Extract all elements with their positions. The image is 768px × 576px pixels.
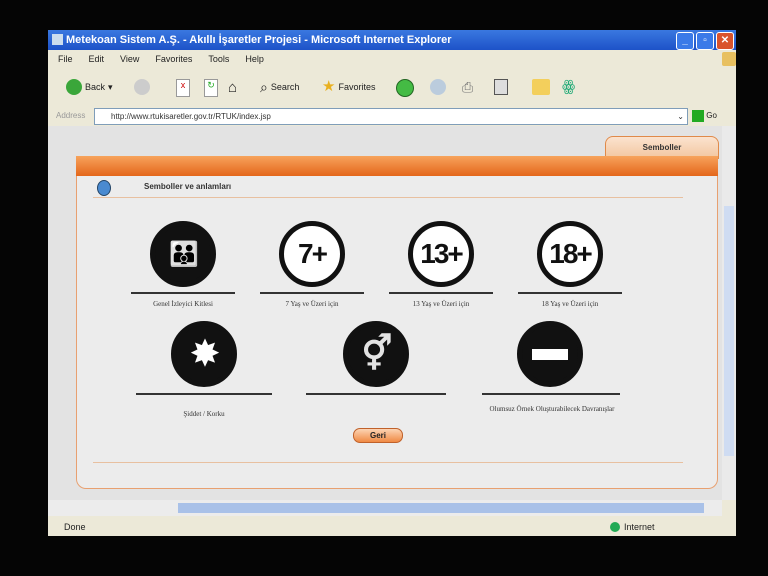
- symbols-panel: Semboller ve anlamları 👪 Genel İzleyici …: [76, 176, 718, 489]
- divider: [131, 292, 235, 294]
- family-icon: 👪: [169, 240, 199, 268]
- explosion-icon: ✸: [190, 335, 219, 373]
- menu-help[interactable]: Help: [245, 54, 264, 64]
- symbol-label: Genel İzleyici Kitlesi: [153, 300, 213, 308]
- symbol-label: Olumsuz Örnek Oluşturabilecek Davranışla…: [489, 405, 615, 413]
- menu-file[interactable]: File: [58, 54, 73, 64]
- search-icon: ⌕: [260, 79, 268, 95]
- age-18-symbol: 18+: [537, 221, 603, 287]
- favorites-button[interactable]: ★ Favorites: [322, 78, 375, 96]
- symbol-label: 13 Yaş ve Üzeri için: [412, 300, 470, 308]
- gender-icon: ⚥: [361, 335, 393, 373]
- window-title: Metekoan Sistem A.Ş. - Akıllı İşaretler …: [66, 34, 452, 46]
- close-button[interactable]: ✕: [716, 32, 734, 50]
- address-input[interactable]: http://www.rtukisaretler.gov.tr/RTUK/ind…: [94, 108, 688, 125]
- dropdown-icon[interactable]: ⌄: [677, 109, 684, 124]
- minimize-button[interactable]: _: [676, 32, 694, 50]
- divider: [93, 197, 683, 198]
- status-text: Done: [64, 522, 86, 532]
- age-7-symbol: 7+: [279, 221, 345, 287]
- vertical-scrollbar[interactable]: [722, 126, 736, 500]
- folder-icon[interactable]: [532, 79, 550, 95]
- address-bar: Address http://www.rtukisaretler.gov.tr/…: [48, 106, 736, 126]
- back-page-button[interactable]: Geri: [353, 428, 403, 443]
- general-audience-symbol: 👪: [150, 221, 216, 287]
- panel-heading: Semboller ve anlamları: [144, 182, 232, 191]
- divider: [93, 462, 683, 463]
- star-icon: ★: [322, 78, 336, 95]
- browser-window: Metekoan Sistem A.Ş. - Akıllı İşaretler …: [48, 30, 736, 536]
- windows-logo-icon: [722, 52, 736, 66]
- menu-bar: File Edit View Favorites Tools Help: [48, 50, 736, 68]
- refresh-icon[interactable]: ↻: [204, 79, 218, 97]
- age-13-symbol: 13+: [408, 221, 474, 287]
- security-zone: Internet: [624, 522, 655, 532]
- divider: [260, 292, 364, 294]
- info-icon: [97, 180, 111, 196]
- menu-favorites[interactable]: Favorites: [155, 54, 192, 64]
- divider: [136, 393, 272, 395]
- back-button[interactable]: Back ▾: [66, 78, 113, 96]
- status-bar: Done Internet: [48, 518, 736, 536]
- divider: [482, 393, 620, 395]
- back-arrow-icon: [66, 79, 82, 95]
- divider: [306, 393, 446, 395]
- menu-view[interactable]: View: [120, 54, 139, 64]
- mail-icon[interactable]: [430, 79, 446, 95]
- forward-button[interactable]: [134, 79, 150, 95]
- no-entry-icon: [532, 348, 568, 360]
- search-label: Search: [270, 82, 300, 92]
- favorites-label: Favorites: [338, 82, 376, 92]
- title-bar: Metekoan Sistem A.Ş. - Akıllı İşaretler …: [48, 30, 736, 50]
- go-arrow-icon: [692, 109, 704, 122]
- address-url: http://www.rtukisaretler.gov.tr/RTUK/ind…: [111, 112, 271, 121]
- history-icon[interactable]: [396, 79, 414, 97]
- sexuality-symbol: ⚥: [343, 321, 409, 387]
- symbol-label: Şiddet / Korku: [183, 410, 225, 418]
- globe-icon: [610, 522, 620, 532]
- address-label: Address: [56, 111, 86, 120]
- ie-icon: [52, 34, 63, 45]
- print-icon[interactable]: ⎙: [462, 79, 473, 96]
- menu-tools[interactable]: Tools: [208, 54, 229, 64]
- page-content: Semboller Semboller ve anlamları 👪 Genel…: [48, 126, 722, 500]
- menu-edit[interactable]: Edit: [89, 54, 105, 64]
- stop-icon[interactable]: x: [176, 79, 190, 97]
- divider: [518, 292, 622, 294]
- toolbar: Back ▾ x ↻ ⌂ ⌕ Search ★ Favorites ⎙ ꙮ: [48, 70, 736, 104]
- scroll-thumb[interactable]: [724, 206, 734, 456]
- scroll-thumb[interactable]: [178, 503, 704, 513]
- go-button[interactable]: Go: [692, 106, 717, 126]
- maximize-button[interactable]: ▫: [696, 32, 714, 50]
- messenger-icon[interactable]: ꙮ: [562, 77, 575, 95]
- back-label: Back: [85, 82, 106, 92]
- orange-header-bar: [76, 156, 718, 176]
- symbol-label: 18 Yaş ve Üzeri için: [541, 300, 599, 308]
- violence-symbol: ✸: [171, 321, 237, 387]
- symbol-label: 7 Yaş ve Üzeri için: [285, 300, 339, 308]
- divider: [389, 292, 493, 294]
- horizontal-scrollbar[interactable]: [48, 500, 722, 516]
- search-button[interactable]: ⌕ Search: [260, 78, 299, 96]
- negative-example-symbol: [517, 321, 583, 387]
- go-label: Go: [706, 111, 717, 120]
- edit-icon[interactable]: [494, 79, 508, 95]
- home-icon[interactable]: ⌂: [228, 79, 237, 96]
